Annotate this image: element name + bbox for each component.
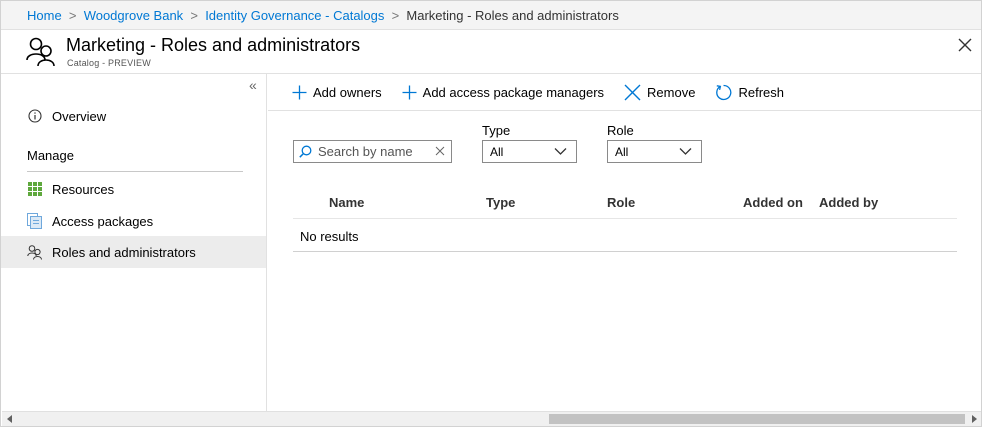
menu-item-overview[interactable]: Overview (1, 100, 266, 132)
chevron-down-icon (679, 148, 692, 155)
menu-item-resources[interactable]: Resources (1, 173, 266, 205)
no-results-text: No results (300, 229, 359, 244)
refresh-button[interactable]: Refresh (715, 84, 784, 101)
clear-search-icon[interactable] (435, 146, 445, 156)
search-icon (299, 145, 312, 158)
grid-header: Name Type Role Added on Added by (293, 189, 957, 219)
add-owners-label: Add owners (313, 84, 382, 100)
main-content: Add owners Add access package managers R… (268, 74, 981, 411)
role-filter-select[interactable]: All (607, 140, 702, 163)
refresh-icon (716, 84, 732, 100)
breadcrumb: Home > Woodgrove Bank > Identity Governa… (1, 1, 981, 30)
menu-item-label: Roles and administrators (52, 244, 196, 260)
breadcrumb-current: Marketing - Roles and administrators (406, 7, 619, 23)
remove-button[interactable]: Remove (624, 84, 695, 101)
column-header-role[interactable]: Role (607, 195, 635, 210)
remove-label: Remove (647, 84, 696, 100)
menu-divider (27, 171, 243, 172)
portal-window: Home > Woodgrove Bank > Identity Governa… (0, 0, 982, 427)
page-subtitle: Catalog - PREVIEW (67, 58, 151, 68)
close-icon[interactable] (957, 37, 973, 53)
menu-item-label: Resources (52, 181, 115, 197)
type-filter-label: Type (482, 123, 511, 138)
add-managers-label: Add access package managers (422, 84, 605, 100)
role-filter-value: All (615, 144, 629, 159)
search-input[interactable] (318, 144, 430, 159)
left-menu: « Overview Manage Resources Access packa… (1, 74, 267, 411)
scroll-right-arrow-icon[interactable] (972, 415, 977, 423)
plus-icon (402, 85, 417, 99)
search-input-container (293, 140, 452, 163)
type-filter-select[interactable]: All (482, 140, 577, 163)
breadcrumb-woodgrove-bank[interactable]: Woodgrove Bank (84, 8, 184, 23)
column-header-type[interactable]: Type (486, 195, 515, 210)
breadcrumb-home[interactable]: Home (27, 8, 62, 23)
column-header-added-on[interactable]: Added on (743, 195, 803, 210)
type-filter-value: All (490, 144, 504, 159)
roles-icon (26, 243, 44, 261)
roles-people-icon (26, 37, 55, 67)
blade-header: Marketing - Roles and administrators Cat… (1, 30, 981, 74)
breadcrumb-separator: > (190, 7, 198, 23)
menu-item-label: Access packages (52, 213, 154, 229)
scroll-left-arrow-icon[interactable] (7, 415, 12, 423)
chevron-down-icon (554, 148, 567, 155)
breadcrumb-separator: > (68, 7, 77, 23)
horizontal-scrollbar[interactable] (2, 411, 981, 426)
grid-divider (293, 251, 957, 252)
column-header-added-by[interactable]: Added by (819, 195, 878, 210)
remove-x-icon (624, 84, 641, 100)
menu-item-roles-and-administrators[interactable]: Roles and administrators (1, 236, 266, 268)
page-title: Marketing - Roles and administrators (66, 35, 361, 55)
breadcrumb-separator: > (391, 7, 400, 23)
column-header-name[interactable]: Name (329, 195, 364, 210)
toolbar: Add owners Add access package managers R… (268, 74, 981, 111)
add-owners-button[interactable]: Add owners (292, 85, 382, 100)
scrollbar-thumb[interactable] (549, 414, 965, 424)
refresh-label: Refresh (738, 84, 784, 100)
menu-section-manage: Manage (27, 148, 74, 163)
menu-item-label: Overview (52, 108, 107, 124)
menu-item-access-packages[interactable]: Access packages (1, 205, 266, 237)
grid-resources-icon (26, 180, 44, 198)
info-icon (26, 107, 44, 125)
role-filter-label: Role (607, 123, 634, 138)
plus-icon (292, 85, 307, 99)
add-access-package-managers-button[interactable]: Add access package managers (402, 85, 604, 100)
access-packages-icon (26, 212, 44, 230)
collapse-menu-icon[interactable]: « (249, 78, 257, 92)
breadcrumb-catalogs[interactable]: Identity Governance - Catalogs (205, 8, 384, 23)
